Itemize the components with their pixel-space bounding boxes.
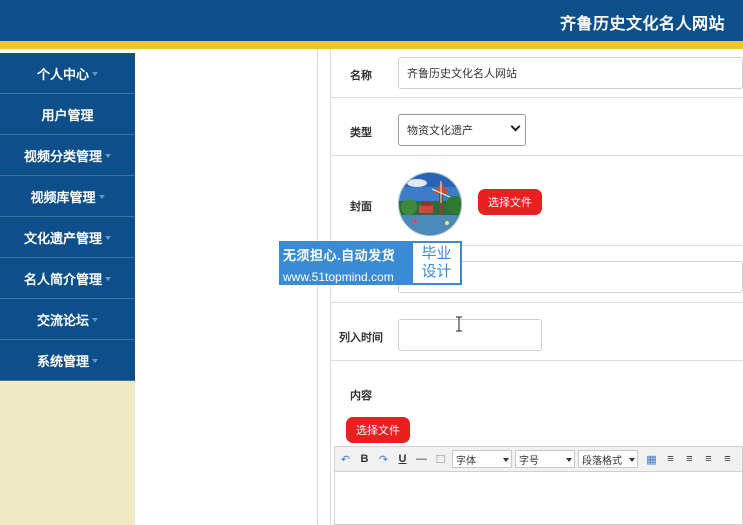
align-center-icon[interactable]: ≡ bbox=[681, 451, 698, 468]
editor-toolbar: ↶ B ↷ U — ☐ 字体 字号 段落格式 ▦ ≡ ≡ ≡ ≡ bbox=[334, 446, 743, 472]
sidebar-item-label: 视频库管理 bbox=[30, 189, 96, 205]
font-family-select[interactable]: 字体 bbox=[452, 450, 512, 468]
name-input[interactable]: 齐鲁历史文化名人网站 bbox=[398, 57, 743, 89]
align-right-icon[interactable]: ≡ bbox=[700, 451, 717, 468]
sidebar-item-video-category[interactable]: 视频分类管理 bbox=[0, 135, 135, 176]
horizontal-rule-icon[interactable]: — bbox=[413, 451, 430, 468]
bold-icon[interactable]: B bbox=[356, 451, 373, 468]
watermark-badge: 毕业 设计 bbox=[413, 243, 460, 283]
content-label: 内容 bbox=[350, 390, 372, 402]
watermark-badge-line2: 设计 bbox=[421, 263, 452, 280]
paragraph-format-value: 段落格式 bbox=[582, 455, 622, 467]
font-family-value: 字体 bbox=[456, 455, 476, 467]
type-selected-value: 物资文化遗产 bbox=[407, 125, 473, 137]
watermark-slogan: 无须担心.自动发货 bbox=[283, 248, 396, 263]
caret-down-icon bbox=[503, 458, 509, 462]
editor-content-area[interactable] bbox=[334, 472, 743, 525]
caret-down-icon bbox=[105, 153, 111, 158]
sidebar-item-label: 个人中心 bbox=[36, 66, 89, 82]
caret-down-icon bbox=[566, 458, 572, 462]
text-cursor-icon bbox=[456, 316, 462, 332]
caret-down-icon bbox=[92, 71, 98, 76]
sidebar-item-label: 名人简介管理 bbox=[23, 271, 102, 287]
align-justify-icon[interactable]: ≡ bbox=[719, 451, 736, 468]
watermark-banner: 无须担心.自动发货 www.51topmind.com 毕业 设计 bbox=[279, 241, 462, 285]
align-left-icon[interactable]: ≡ bbox=[662, 451, 679, 468]
document-icon[interactable]: ☐ bbox=[432, 451, 449, 468]
caret-down-icon bbox=[92, 317, 98, 322]
sidebar-item-video-library[interactable]: 视频库管理 bbox=[0, 176, 135, 217]
date-label: 列入时间 bbox=[339, 332, 383, 344]
cover-choose-file-button[interactable]: 选择文件 bbox=[478, 189, 542, 215]
sidebar-item-celebrity[interactable]: 名人简介管理 bbox=[0, 258, 135, 299]
header-accent-bar bbox=[0, 41, 743, 49]
watermark-url: www.51topmind.com bbox=[283, 270, 394, 284]
chevron-down-icon bbox=[510, 121, 521, 132]
sidebar-item-heritage[interactable]: 文化遗产管理 bbox=[0, 217, 135, 258]
top-header: 齐鲁历史文化名人网站 bbox=[0, 0, 743, 41]
sidebar-item-label: 交流论坛 bbox=[36, 312, 89, 328]
name-value: 齐鲁历史文化名人网站 bbox=[407, 68, 517, 80]
table-icon[interactable]: ▦ bbox=[643, 451, 660, 468]
font-size-value: 字号 bbox=[519, 455, 539, 467]
content-choose-file-button[interactable]: 选择文件 bbox=[346, 417, 410, 443]
row-divider bbox=[331, 360, 743, 361]
caret-down-icon bbox=[98, 194, 105, 199]
cover-label: 封面 bbox=[350, 201, 372, 213]
sidebar-item-label: 用户管理 bbox=[41, 107, 94, 123]
cover-choose-file-label: 选择文件 bbox=[488, 197, 532, 209]
sidebar-item-forum[interactable]: 交流论坛 bbox=[0, 299, 135, 340]
underline-icon[interactable]: U bbox=[394, 451, 411, 468]
content-choose-file-label: 选择文件 bbox=[356, 425, 400, 437]
name-label: 名称 bbox=[350, 70, 372, 82]
type-select[interactable]: 物资文化遗产 bbox=[398, 114, 526, 146]
row-divider bbox=[331, 155, 743, 156]
watermark-badge-line1: 毕业 bbox=[421, 245, 452, 262]
caret-down-icon bbox=[105, 276, 111, 281]
sidebar-item-label: 系统管理 bbox=[36, 353, 89, 369]
sidebar-item-personal-center[interactable]: 个人中心 bbox=[0, 53, 135, 94]
sidebar-item-label: 文化遗产管理 bbox=[23, 230, 102, 246]
type-label: 类型 bbox=[350, 127, 372, 139]
font-size-select[interactable]: 字号 bbox=[515, 450, 575, 468]
cover-thumbnail bbox=[398, 172, 462, 236]
sidebar: 个人中心 用户管理 视频分类管理 视频库管理 文化遗产管理 名人简介管理 交流论… bbox=[0, 53, 135, 525]
sidebar-item-system[interactable]: 系统管理 bbox=[0, 340, 135, 381]
caret-down-icon bbox=[105, 235, 111, 240]
sidebar-item-label: 视频分类管理 bbox=[23, 148, 102, 164]
site-title: 齐鲁历史文化名人网站 bbox=[559, 16, 725, 33]
watermark-text: 无须担心.自动发货 www.51topmind.com bbox=[283, 245, 395, 284]
sidebar-item-user-management[interactable]: 用户管理 bbox=[0, 94, 135, 135]
caret-down-icon bbox=[629, 458, 635, 462]
cover-image bbox=[399, 173, 461, 235]
redo-icon[interactable]: ↷ bbox=[375, 451, 392, 468]
paragraph-format-select[interactable]: 段落格式 bbox=[578, 450, 638, 468]
blank-panel bbox=[135, 49, 317, 525]
edit-form: 名称 齐鲁历史文化名人网站 类型 物资文化遗产 封面 选择文件 列入时间 内容 … bbox=[331, 49, 743, 525]
date-input[interactable] bbox=[398, 319, 542, 351]
row-divider bbox=[331, 302, 743, 303]
caret-down-icon bbox=[92, 358, 98, 363]
undo-icon[interactable]: ↶ bbox=[337, 451, 354, 468]
row-divider bbox=[331, 97, 743, 98]
divider bbox=[317, 49, 318, 525]
